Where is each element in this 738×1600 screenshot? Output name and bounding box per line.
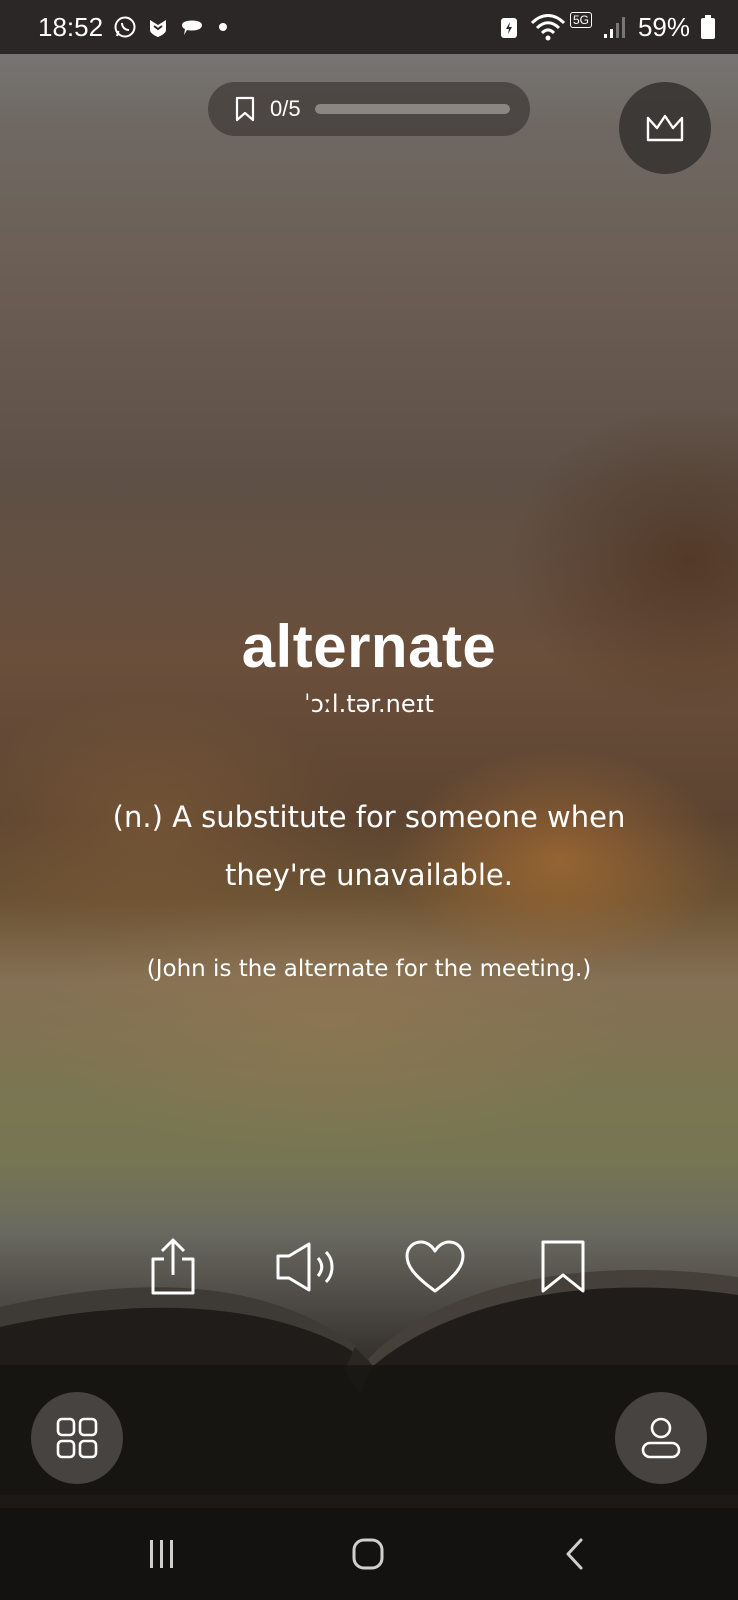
progress-bar [314,104,510,114]
heart-icon [405,1240,465,1293]
wifi-icon [530,14,565,41]
share-icon [151,1238,195,1295]
status-time: 18:52 [38,11,104,42]
word-actions [0,1232,738,1302]
word-definition: (n.) A substitute for someone when they'… [112,800,626,892]
premium-button[interactable] [619,82,711,174]
battery-saver-icon [500,18,517,38]
signal-icon [603,17,625,38]
progress-count: 0/5 [270,96,301,121]
bookmark-icon [541,1240,585,1293]
word-title: alternate [241,613,497,680]
like-button[interactable] [400,1232,470,1302]
grid-icon [56,1417,98,1459]
pronounce-button[interactable] [268,1232,348,1302]
back-button[interactable] [535,1522,615,1586]
home-icon [352,1538,384,1570]
system-nav-bar [0,1508,738,1600]
network-type: 5G [569,12,592,28]
recents-button[interactable] [122,1522,202,1586]
bookmark-button[interactable] [528,1232,598,1302]
categories-button[interactable] [31,1392,123,1484]
bookmark-outline-icon [235,96,255,122]
share-button[interactable] [138,1232,208,1302]
dot-icon [219,23,228,31]
recents-icon [150,1540,173,1568]
word-example: (John is the alternate for the meeting.) [146,956,592,982]
daily-progress-pill[interactable]: 0/5 [208,82,530,136]
battery-percent: 59% [637,11,690,42]
profile-icon [641,1417,681,1459]
word-phonetic: ˈɔːl.tər.neɪt [304,690,434,718]
battery-icon [701,15,715,39]
mcafee-icon [150,20,167,37]
whatsapp-icon [114,16,136,38]
profile-button[interactable] [615,1392,707,1484]
chat-bubble-icon [182,20,203,35]
back-icon [566,1538,583,1570]
home-button[interactable] [328,1522,408,1586]
crown-icon [646,114,684,142]
status-bar: 18:52 5G 59% [0,0,738,54]
speaker-icon [276,1242,334,1292]
